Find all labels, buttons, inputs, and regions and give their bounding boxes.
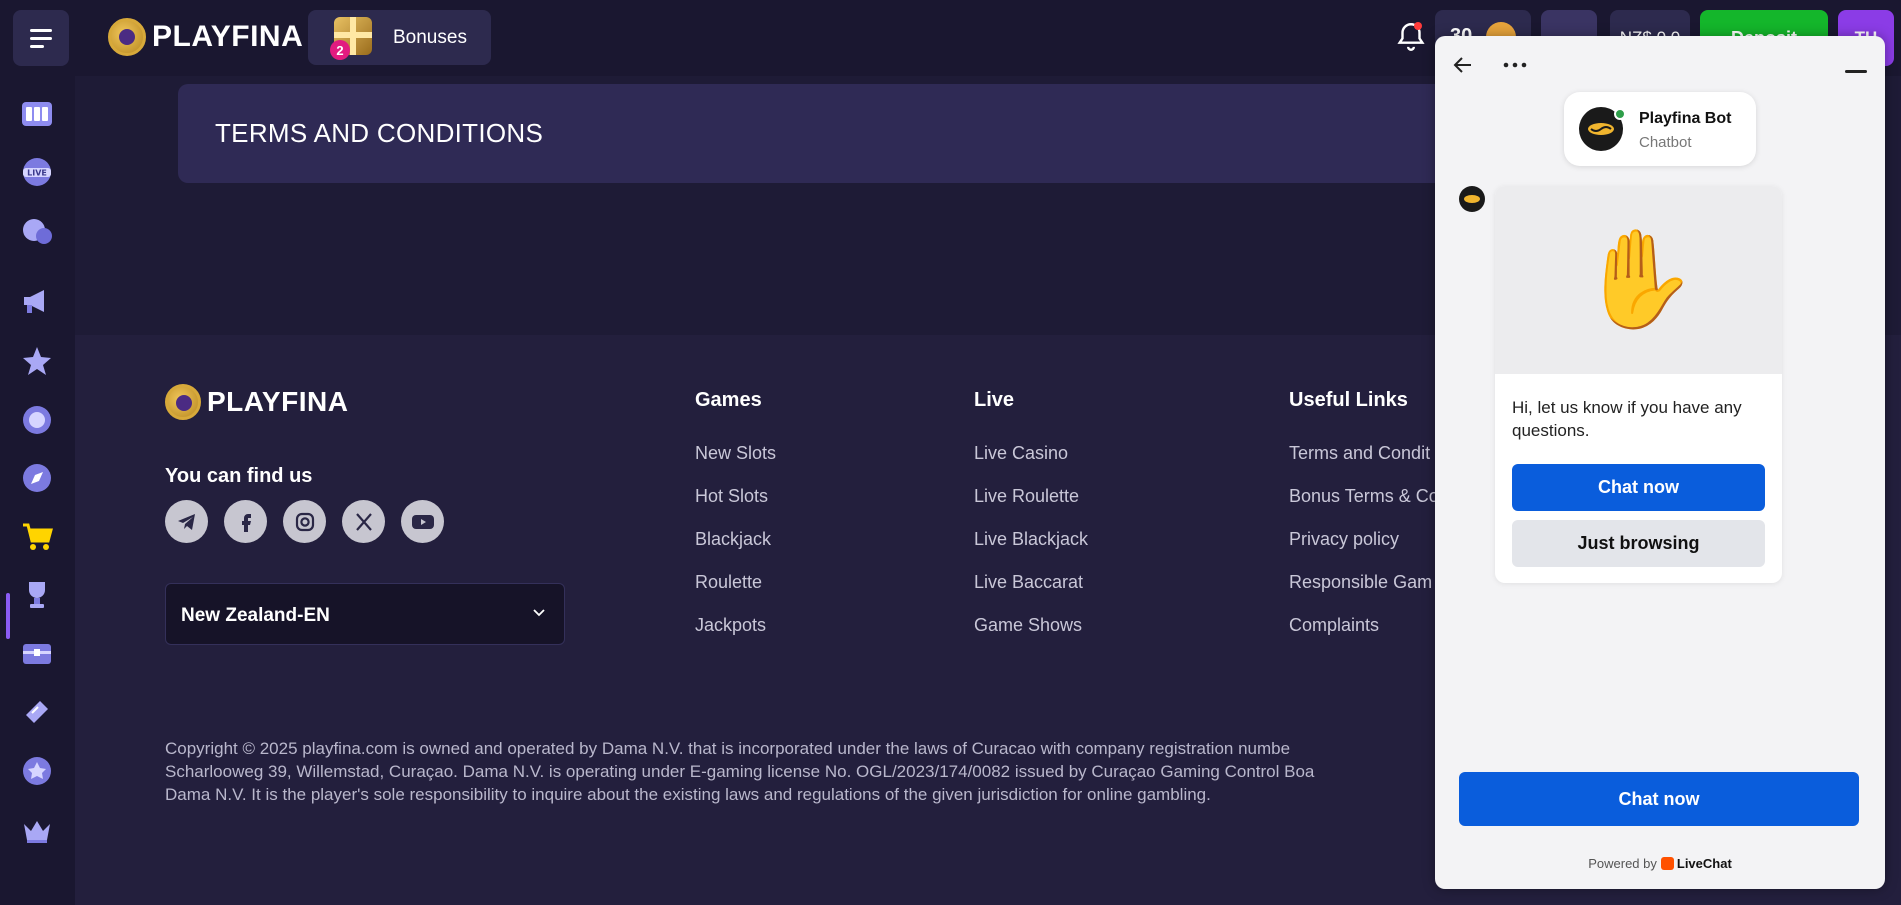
footer-link[interactable]: Game Shows: [974, 615, 1082, 636]
footer-link[interactable]: Live Baccarat: [974, 572, 1083, 593]
telegram-icon[interactable]: [165, 500, 208, 543]
menu-line-icon: [30, 28, 52, 32]
bot-message-card: ✋ Hi, let us know if you have any questi…: [1495, 186, 1782, 583]
bot-message-text: Hi, let us know if you have any question…: [1512, 398, 1742, 440]
livechat-widget: Playfina Bot Chatbot ✋ Hi, let us know i…: [1435, 36, 1885, 889]
footer-link[interactable]: Hot Slots: [695, 486, 768, 507]
footer-link[interactable]: Complaints: [1289, 615, 1379, 636]
online-status-dot: [1614, 108, 1626, 120]
live-icon: LIVE: [23, 158, 51, 186]
sidebar-item-vip[interactable]: [18, 811, 56, 849]
copyright-line: Scharlooweg 39, Willemstad, Curaçao. Dam…: [165, 762, 1315, 781]
sidebar-active-indicator: [6, 593, 10, 639]
footer-link[interactable]: Terms and Condit: [1289, 443, 1430, 464]
footer-link[interactable]: New Slots: [695, 443, 776, 464]
chevron-down-icon: [533, 609, 545, 617]
social-links: [165, 500, 444, 543]
sidebar-item-shop[interactable]: [18, 517, 56, 555]
just-browsing-button[interactable]: Just browsing: [1512, 520, 1765, 567]
sidebar-item-slots[interactable]: [18, 94, 56, 132]
bonuses-button[interactable]: 2 Bonuses: [308, 10, 491, 65]
sidebar-item-explore[interactable]: [18, 459, 56, 497]
footer-link[interactable]: Live Blackjack: [974, 529, 1088, 550]
star-icon: [23, 347, 51, 375]
shopping-cart-icon: [23, 523, 53, 550]
sidebar-item-promotions[interactable]: [18, 282, 56, 320]
sidebar-item-tickets[interactable]: [18, 693, 56, 731]
footer-link[interactable]: Jackpots: [695, 615, 766, 636]
chest-icon: [23, 644, 51, 664]
footer-brand-logo[interactable]: PLAYFINA: [165, 384, 348, 420]
footer-link[interactable]: Responsible Gam: [1289, 572, 1432, 593]
footer-link[interactable]: Roulette: [695, 572, 762, 593]
livechat-logo-icon: [1660, 857, 1674, 870]
sidebar-item-sports[interactable]: [18, 212, 56, 250]
ticket-icon: [26, 701, 48, 723]
brand-name: PLAYFINA: [152, 20, 304, 53]
waving-hand-image: ✋: [1495, 186, 1782, 374]
megaphone-icon: [24, 290, 44, 313]
trophy-icon: [29, 582, 45, 608]
footer-column-games-title: Games: [695, 389, 762, 411]
menu-line-icon: [30, 44, 44, 48]
footer-link[interactable]: Live Casino: [974, 443, 1068, 464]
copyright-text: Copyright © 2025 playfina.com is owned a…: [165, 737, 1435, 806]
logo-coin-icon: [108, 18, 146, 56]
footer-column-live-title: Live: [974, 389, 1015, 411]
chat-now-button[interactable]: Chat now: [1512, 464, 1765, 511]
bot-name: Playfina Bot: [1639, 110, 1732, 127]
copyright-line: Dama N.V. It is the player's sole respon…: [165, 785, 1211, 804]
copyright-line: Copyright © 2025 playfina.com is owned a…: [165, 739, 1291, 758]
bot-info-card: Playfina Bot Chatbot: [1564, 92, 1756, 166]
powered-by-livechat[interactable]: Powered by LiveChat: [1435, 856, 1885, 871]
language-selected-value: New Zealand-EN: [181, 605, 330, 626]
message-bot-avatar: [1459, 186, 1485, 212]
logo-coin-icon: [165, 384, 201, 420]
x-icon[interactable]: [342, 500, 385, 543]
footer-link[interactable]: Live Roulette: [974, 486, 1079, 507]
powered-by-text: Powered by: [1588, 856, 1657, 871]
footer-column-useful-links-title: Useful Links: [1289, 389, 1408, 411]
sidebar-item-treasure[interactable]: [18, 634, 56, 672]
bot-role: Chatbot: [1639, 134, 1692, 151]
footer-link[interactable]: Privacy policy: [1289, 529, 1399, 550]
footer-link[interactable]: Bonus Terms & Co: [1289, 486, 1439, 507]
back-arrow-icon[interactable]: [1451, 53, 1475, 77]
left-sidebar: LIVE: [0, 76, 75, 905]
page-title: TERMS AND CONDITIONS: [215, 118, 544, 148]
brand-logo[interactable]: PLAYFINA: [108, 18, 303, 56]
sidebar-item-tournaments[interactable]: [18, 576, 56, 614]
sports-icon: [23, 219, 52, 244]
sidebar-item-vip-badge[interactable]: [18, 752, 56, 790]
vip-badge-icon: [23, 757, 51, 785]
chat-now-main-button[interactable]: Chat now: [1459, 772, 1859, 826]
footer-link[interactable]: Blackjack: [695, 529, 771, 550]
sidebar-item-live[interactable]: LIVE: [18, 153, 56, 191]
hamburger-menu-button[interactable]: [13, 10, 69, 66]
loyalty-gear-icon: [23, 406, 51, 434]
sidebar-item-favorites[interactable]: [18, 342, 56, 380]
notification-dot: [1414, 22, 1422, 30]
menu-line-icon: [30, 36, 52, 40]
sidebar-item-loyalty[interactable]: [18, 401, 56, 439]
slots-icon: [22, 102, 52, 126]
svg-text:LIVE: LIVE: [27, 169, 47, 178]
bonuses-label: Bonuses: [393, 27, 467, 48]
livechat-brand: LiveChat: [1676, 856, 1732, 871]
footer-brand-name: PLAYFINA: [207, 386, 349, 417]
notifications-bell-icon[interactable]: [1394, 20, 1428, 54]
bonuses-count-badge: 2: [330, 40, 350, 60]
facebook-icon[interactable]: [224, 500, 267, 543]
minimize-icon[interactable]: [1845, 70, 1867, 73]
crown-icon: [24, 821, 50, 843]
compass-icon: [23, 464, 51, 492]
youtube-icon[interactable]: [401, 500, 444, 543]
language-selector[interactable]: New Zealand-EN: [165, 583, 565, 645]
instagram-icon[interactable]: [283, 500, 326, 543]
find-us-heading: You can find us: [165, 465, 313, 487]
more-options-icon[interactable]: [1501, 53, 1529, 77]
